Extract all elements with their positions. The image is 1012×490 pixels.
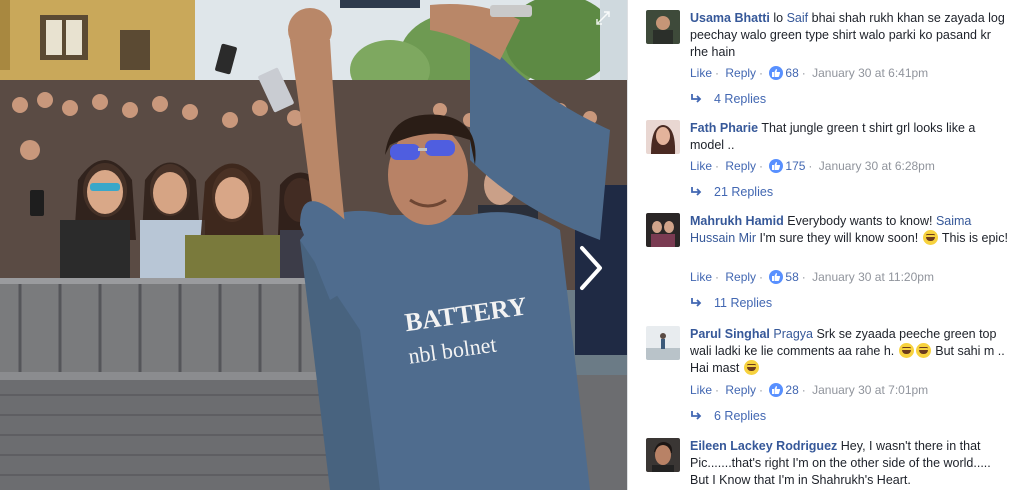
comment-author[interactable]: Parul Singhal xyxy=(690,327,770,341)
thumbs-up-icon xyxy=(769,383,784,397)
comment-mention[interactable]: Saif xyxy=(787,11,809,25)
comment-actions: Like · Reply · 28 · January 30 at 7:01pm xyxy=(690,383,929,397)
laughing-emoji-icon xyxy=(743,360,759,375)
avatar[interactable] xyxy=(646,120,680,154)
view-replies-link[interactable]: 11 Replies xyxy=(690,296,772,312)
like-link[interactable]: Like xyxy=(690,66,712,80)
like-link[interactable]: Like xyxy=(690,270,712,284)
comment-author[interactable]: Fath Pharie xyxy=(690,121,758,135)
reply-link[interactable]: Reply xyxy=(725,270,756,284)
comment-author[interactable]: Mahrukh Hamid xyxy=(690,214,784,228)
chevron-right-icon[interactable] xyxy=(574,244,606,292)
like-link[interactable]: Like xyxy=(690,159,712,173)
replies-count: 6 Replies xyxy=(714,409,767,423)
thumbs-up-icon xyxy=(769,270,784,284)
comment-text: I'm sure they will know soon! xyxy=(759,231,919,245)
comment-author[interactable]: Usama Bhatti xyxy=(690,11,770,25)
view-replies-link[interactable]: 4 Replies xyxy=(690,92,766,108)
reply-arrow-icon xyxy=(690,93,704,108)
reply-arrow-icon xyxy=(690,410,704,425)
view-replies-link[interactable]: 6 Replies xyxy=(690,409,766,425)
comment-body: Fath Pharie That jungle green t shirt gr… xyxy=(690,120,1008,154)
like-count[interactable]: 58 xyxy=(785,270,798,284)
comment-text: lo xyxy=(773,11,784,25)
comments-panel[interactable]: Usama Bhatti lo Saif bhai shah rukh khan… xyxy=(627,0,1012,490)
like-link[interactable]: Like xyxy=(690,383,712,397)
comment-text: This is epic! xyxy=(941,231,1008,245)
comment-body: Mahrukh Hamid Everybody wants to know! S… xyxy=(690,213,1008,247)
comment-actions: Like · Reply · 68 · January 30 at 6:41pm xyxy=(690,66,929,80)
laughing-emoji-icon xyxy=(922,230,938,245)
reply-link[interactable]: Reply xyxy=(725,383,756,397)
comment-timestamp[interactable]: January 30 at 6:41pm xyxy=(812,66,928,80)
reply-link[interactable]: Reply xyxy=(725,66,756,80)
comment-body: Parul Singhal Pragya Srk se zyaada peech… xyxy=(690,326,1008,377)
expand-icon[interactable] xyxy=(595,10,611,26)
avatar[interactable] xyxy=(646,326,680,360)
reply-arrow-icon xyxy=(690,186,704,201)
comment-timestamp[interactable]: January 30 at 7:01pm xyxy=(812,383,928,397)
comment-author[interactable]: Eileen Lackey Rodriguez xyxy=(690,439,837,453)
comment-actions: Like · Reply · 58 · January 30 at 11:20pm xyxy=(690,270,934,284)
avatar[interactable] xyxy=(646,10,680,44)
comment-timestamp[interactable]: January 30 at 6:28pm xyxy=(819,159,935,173)
avatar[interactable] xyxy=(646,213,680,247)
reply-arrow-icon xyxy=(690,297,704,312)
laughing-emoji-icon xyxy=(915,343,931,358)
avatar[interactable] xyxy=(646,438,680,472)
comment-mention[interactable]: Pragya xyxy=(773,327,813,341)
comment-body: Eileen Lackey Rodriguez Hey, I wasn't th… xyxy=(690,438,1008,489)
reply-link[interactable]: Reply xyxy=(725,159,756,173)
comment-actions: Like · Reply · 175 · January 30 at 6:28pm xyxy=(690,159,935,173)
like-count[interactable]: 175 xyxy=(785,159,805,173)
crowd-selfie-photo: BATTERY nbl bolnet xyxy=(0,0,627,490)
comment-body: Usama Bhatti lo Saif bhai shah rukh khan… xyxy=(690,10,1008,61)
comment-text: Everybody wants to know! xyxy=(787,214,933,228)
laughing-emoji-icon xyxy=(898,343,914,358)
replies-count: 21 Replies xyxy=(714,185,774,199)
photo-viewer[interactable]: BATTERY nbl bolnet xyxy=(0,0,627,490)
replies-count: 4 Replies xyxy=(714,92,767,106)
like-count[interactable]: 28 xyxy=(785,383,798,397)
thumbs-up-icon xyxy=(769,159,784,173)
thumbs-up-icon xyxy=(769,66,784,80)
comment-timestamp[interactable]: January 30 at 11:20pm xyxy=(812,270,934,284)
like-count[interactable]: 68 xyxy=(785,66,798,80)
replies-count: 11 Replies xyxy=(714,296,773,310)
view-replies-link[interactable]: 21 Replies xyxy=(690,185,773,201)
